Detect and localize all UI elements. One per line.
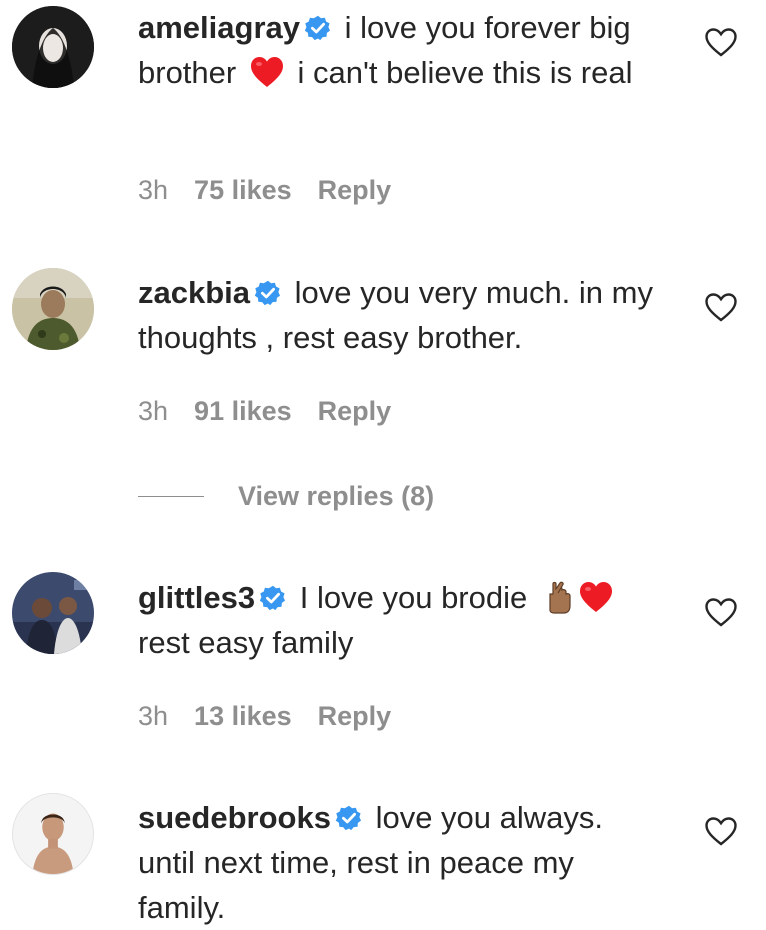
red-heart-icon [578, 580, 614, 614]
comment-body: ameliagray i love you forever big brothe… [138, 5, 668, 95]
fingers-crossed-icon [540, 580, 576, 614]
comment-time: 3h [138, 175, 169, 205]
reply-button[interactable]: Reply [318, 175, 392, 205]
likes-count[interactable]: 75 likes [194, 175, 292, 205]
avatar[interactable] [12, 572, 94, 654]
likes-count[interactable]: 13 likes [194, 701, 292, 731]
verified-badge-icon [335, 804, 363, 832]
comment-body: suedebrooks love you always. until next … [138, 795, 668, 930]
like-heart-icon[interactable] [704, 816, 738, 846]
avatar[interactable] [12, 6, 94, 88]
verified-badge-icon [254, 279, 282, 307]
username-link[interactable]: zackbia [138, 275, 250, 310]
comment-meta: 3h 91 likes Reply [138, 396, 417, 427]
username-link[interactable]: ameliagray [138, 10, 300, 45]
comment-text: i can't believe this is real [288, 55, 633, 90]
view-replies-divider [138, 495, 204, 497]
comment-text: rest easy family [138, 625, 354, 660]
comment-body: glittles3 I love you brodie rest easy fa… [138, 575, 668, 665]
comment-meta: 3h 13 likes Reply [138, 701, 417, 732]
comment-time: 3h [138, 396, 169, 426]
verified-badge-icon [304, 14, 332, 42]
avatar[interactable] [12, 268, 94, 350]
view-replies-label: View replies (8) [238, 480, 435, 511]
reply-button[interactable]: Reply [318, 701, 392, 731]
comment-text: I love you brodie [291, 580, 536, 615]
like-heart-icon[interactable] [704, 27, 738, 57]
likes-count[interactable]: 91 likes [194, 396, 292, 426]
like-heart-icon[interactable] [704, 597, 738, 627]
comment-body: zackbia love you very much. in my though… [138, 270, 668, 360]
avatar[interactable] [12, 793, 94, 875]
comment-meta: 3h 75 likes Reply [138, 175, 417, 206]
like-heart-icon[interactable] [704, 292, 738, 322]
red-heart-icon [249, 55, 285, 89]
reply-button[interactable]: Reply [318, 396, 392, 426]
username-link[interactable]: suedebrooks [138, 800, 331, 835]
verified-badge-icon [259, 584, 287, 612]
view-replies-button[interactable]: View replies (8) [138, 478, 434, 514]
comment-time: 3h [138, 701, 169, 731]
username-link[interactable]: glittles3 [138, 580, 255, 615]
